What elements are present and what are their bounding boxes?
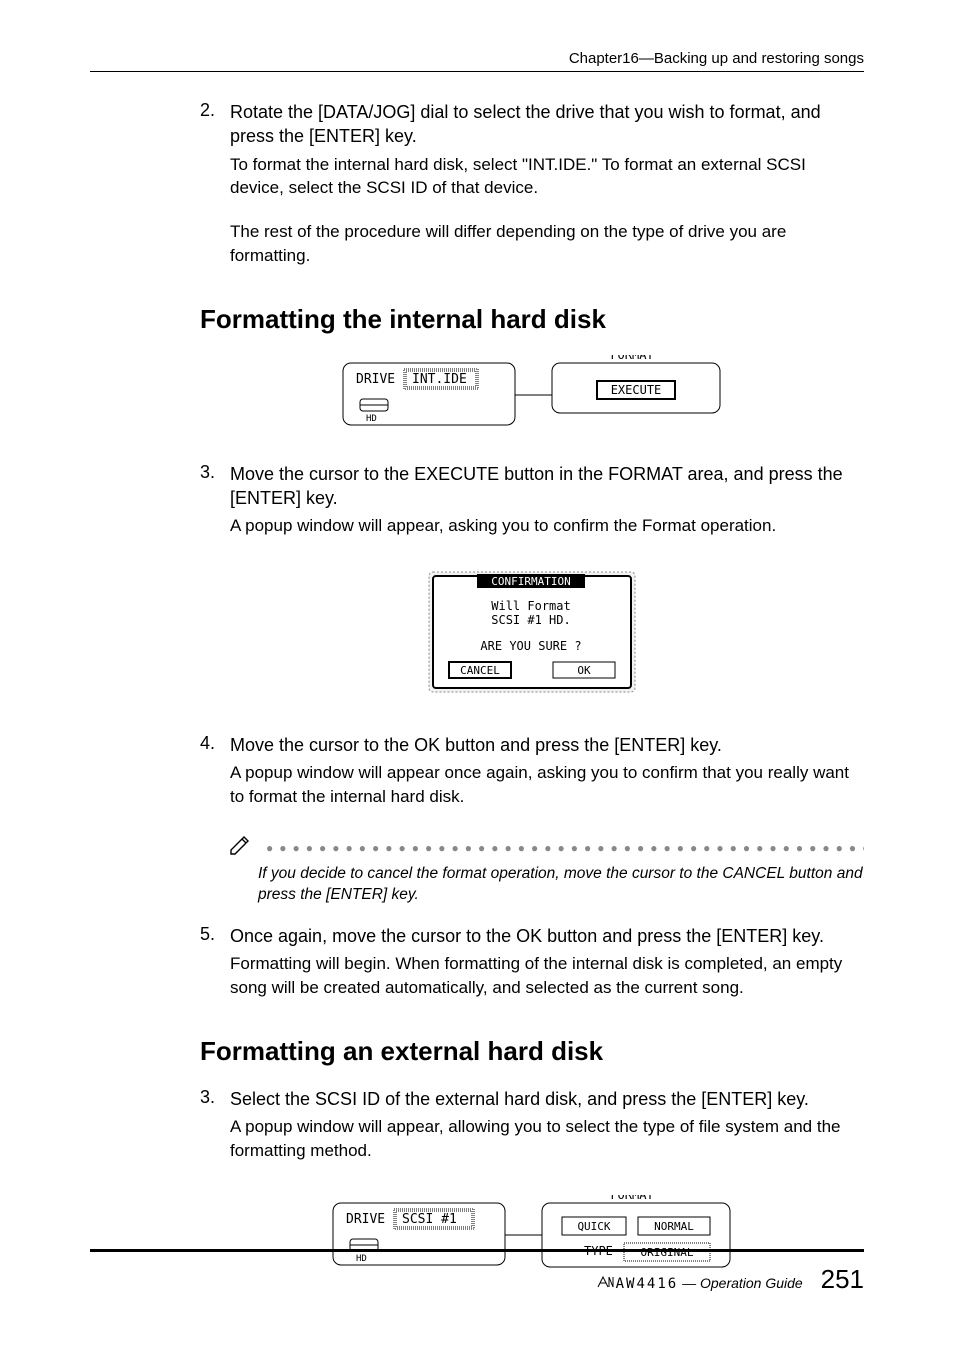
execute-button[interactable]: EXECUTE <box>611 383 662 397</box>
step-2-desc1: To format the internal hard disk, select… <box>230 153 864 201</box>
step-number: 3. <box>200 462 230 558</box>
step-number: 2. <box>200 100 230 288</box>
step-5: 5. Once again, move the cursor to the OK… <box>200 924 864 1020</box>
confirmation-line2: SCSI #1 HD. <box>491 613 570 627</box>
step-3a-desc: A popup window will appear, asking you t… <box>230 514 864 538</box>
step-4-desc: A popup window will appear once again, a… <box>230 761 864 809</box>
step-number: 3. <box>200 1087 230 1183</box>
ok-button[interactable]: OK <box>577 664 591 677</box>
confirmation-line1: Will Format <box>491 599 570 613</box>
footer-model: AW4416 <box>616 1276 679 1292</box>
hd-label: HD <box>366 414 377 424</box>
step-2-desc2: The rest of the procedure will differ de… <box>230 220 864 268</box>
step-3a-title: Move the cursor to the EXECUTE button in… <box>230 462 864 511</box>
format-label: FORMAT <box>610 355 653 362</box>
drive-label: DRIVE <box>356 372 395 387</box>
confirmation-prompt: ARE YOU SURE ? <box>480 639 581 653</box>
step-4-title: Move the cursor to the OK button and pre… <box>230 733 864 757</box>
step-2: 2. Rotate the [DATA/JOG] dial to select … <box>200 100 864 288</box>
step-number: 5. <box>200 924 230 1020</box>
step-2-title: Rotate the [DATA/JOG] dial to select the… <box>230 100 864 149</box>
drive-label: DRIVE <box>346 1212 385 1227</box>
footer-guide: — Operation Guide <box>682 1275 803 1291</box>
quick-button[interactable]: QUICK <box>577 1220 610 1233</box>
section-format-external: Formatting an external hard disk <box>200 1036 864 1067</box>
step-3b-desc: A popup window will appear, allowing you… <box>230 1115 864 1163</box>
pencil-icon <box>228 833 252 862</box>
format-label: FORMAT <box>610 1195 653 1202</box>
footer-page: 251 <box>821 1264 864 1294</box>
figure-confirmation: CONFIRMATION Will Format SCSI #1 HD. ARE… <box>200 570 864 705</box>
step-3b: 3. Select the SCSI ID of the external ha… <box>200 1087 864 1183</box>
step-5-title: Once again, move the cursor to the OK bu… <box>230 924 864 948</box>
drive-value: SCSI #1 <box>402 1212 457 1227</box>
section-format-internal: Formatting the internal hard disk <box>200 304 864 335</box>
step-4: 4. Move the cursor to the OK button and … <box>200 733 864 829</box>
chapter-header: Chapter16—Backing up and restoring songs <box>90 50 864 72</box>
confirmation-title: CONFIRMATION <box>491 575 570 588</box>
note-text: If you decide to cancel the format opera… <box>258 864 864 906</box>
step-3b-title: Select the SCSI ID of the external hard … <box>230 1087 864 1111</box>
cancel-button[interactable]: CANCEL <box>460 664 500 677</box>
figure-drive-format: DRIVE INT.IDE HD FORMAT EXECUTE <box>200 355 864 434</box>
normal-button[interactable]: NORMAL <box>654 1220 694 1233</box>
note-dots: ●●●●●●●●●●●●●●●●●●●●●●●●●●●●●●●●●●●●●●●●… <box>266 843 864 853</box>
page-footer: AW4416 — Operation Guide 251 <box>90 1249 864 1295</box>
drive-value: INT.IDE <box>412 372 467 387</box>
step-5-desc: Formatting will begin. When formatting o… <box>230 952 864 1000</box>
note-row: ●●●●●●●●●●●●●●●●●●●●●●●●●●●●●●●●●●●●●●●●… <box>228 833 864 862</box>
step-number: 4. <box>200 733 230 829</box>
step-3a: 3. Move the cursor to the EXECUTE button… <box>200 462 864 558</box>
